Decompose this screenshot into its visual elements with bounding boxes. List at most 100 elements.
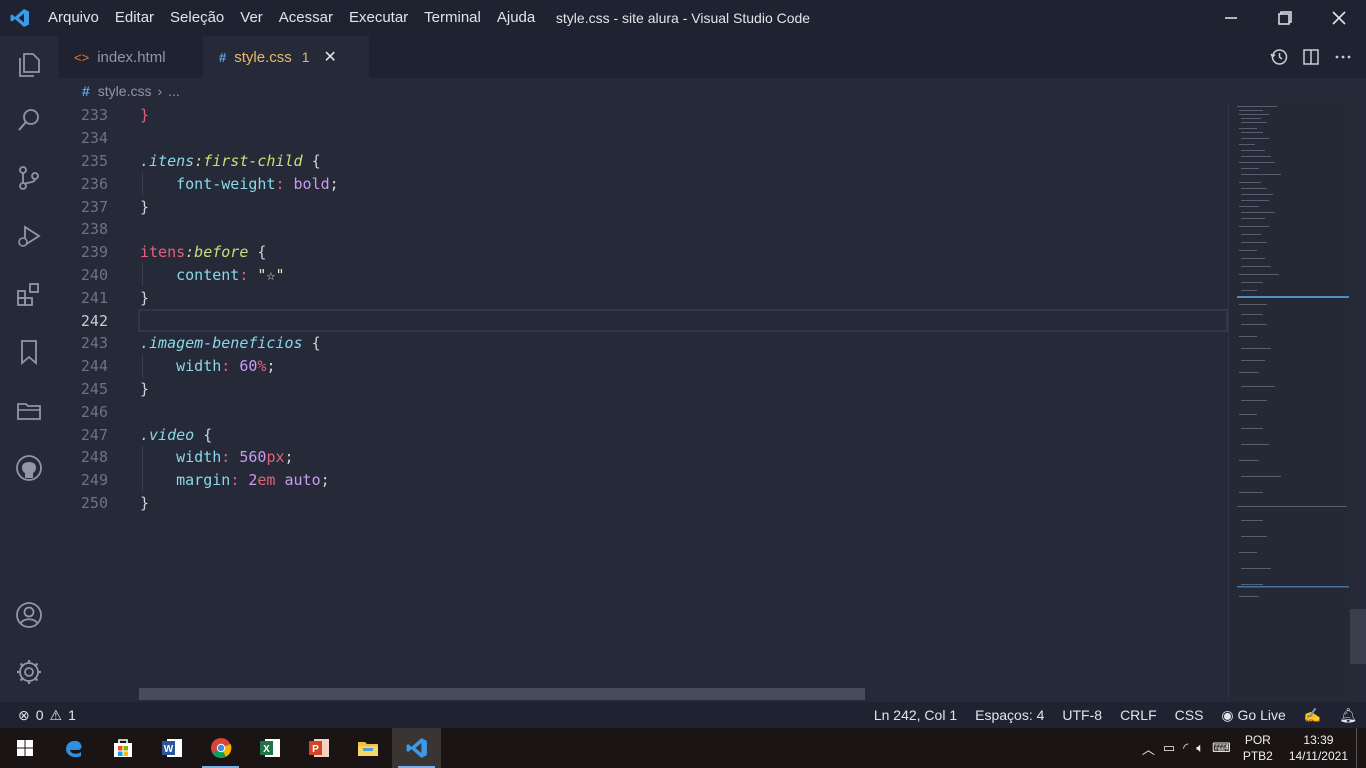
code-line: 237}	[58, 195, 1228, 218]
breadcrumb-file[interactable]: style.css	[98, 83, 152, 99]
excel-app[interactable]: X	[245, 728, 294, 768]
start-button[interactable]	[0, 728, 49, 768]
status-bar: ⊗ 0 ⚠ 1 Ln 242, Col 1 Espaços: 4 UTF-8 C…	[0, 702, 1366, 728]
language-mode[interactable]: CSS	[1166, 707, 1213, 723]
explorer-button[interactable]	[0, 40, 58, 88]
battery-icon[interactable]: ▭	[1159, 740, 1179, 756]
code-line: 243 .imagem-beneficios {	[58, 332, 1228, 355]
code-line: 249 margin: 2em auto;	[58, 469, 1228, 492]
menu-ver[interactable]: Ver	[232, 0, 271, 36]
bookmark-icon	[21, 340, 37, 365]
chrome-app[interactable]	[196, 728, 245, 768]
code-text: width: 60%;	[176, 357, 276, 376]
extensions-button[interactable]	[0, 270, 58, 318]
notifications-bell-icon[interactable]: 🔔︎	[1330, 707, 1366, 724]
search-button[interactable]	[0, 96, 58, 144]
vscode-app[interactable]	[392, 728, 441, 768]
code-line: 233}	[58, 104, 1228, 127]
scrollbar-thumb[interactable]	[1350, 609, 1366, 664]
feedback-icon[interactable]: ✍	[1295, 707, 1330, 724]
line-number: 235	[80, 151, 108, 170]
split-editor-icon[interactable]	[1302, 48, 1320, 66]
line-number: 240	[80, 265, 108, 284]
code-line: 236 font-weight: bold;	[58, 172, 1228, 195]
breadcrumb-rest[interactable]: ...	[168, 83, 180, 99]
excel-icon: X	[259, 739, 280, 757]
restore-button[interactable]	[1258, 0, 1312, 36]
problems-indicator[interactable]: ⊗ 0 ⚠ 1	[0, 707, 76, 724]
edge-icon	[65, 740, 82, 758]
menu-editar[interactable]: Editar	[107, 0, 162, 36]
encoding[interactable]: UTF-8	[1053, 707, 1111, 723]
code-text: .imagem-beneficios {	[140, 334, 321, 353]
line-number: 242	[80, 311, 108, 330]
menu-terminal[interactable]: Terminal	[416, 0, 489, 36]
menu-executar[interactable]: Executar	[341, 0, 416, 36]
code-editor[interactable]: 233} 234 235 .itens:first-child { 236 fon…	[58, 104, 1228, 702]
powerpoint-app[interactable]: P	[294, 728, 343, 768]
file-explorer-app[interactable]	[343, 728, 392, 768]
menu-bar: Arquivo Editar Seleção Ver Acessar Execu…	[40, 0, 543, 36]
input-language[interactable]: POR PTB2	[1235, 732, 1281, 764]
broadcast-icon: ◉	[1221, 706, 1238, 723]
minimap[interactable]	[1228, 104, 1350, 702]
close-window-button[interactable]	[1312, 0, 1366, 36]
error-count: 0	[35, 707, 44, 723]
vscode-icon	[406, 738, 427, 758]
tab-close-icon[interactable]: ✕	[324, 47, 337, 67]
line-number: 245	[80, 379, 108, 398]
windows-taskbar: W X P ︿ ▭ ◜ 🔈︎ ⌨ POR PTB2 13:39 14/11/20…	[0, 728, 1366, 768]
cursor-position[interactable]: Ln 242, Col 1	[865, 707, 966, 723]
gear-icon	[17, 660, 41, 684]
line-number: 249	[80, 471, 108, 490]
menu-arquivo[interactable]: Arquivo	[40, 0, 107, 36]
menu-ajuda[interactable]: Ajuda	[489, 0, 543, 36]
indentation[interactable]: Espaços: 4	[966, 707, 1053, 723]
manage-button[interactable]	[0, 648, 58, 696]
vertical-scrollbar[interactable]	[1350, 104, 1366, 702]
bookmarks-button[interactable]	[0, 328, 58, 376]
timeline-history-icon[interactable]	[1270, 48, 1288, 66]
code-text: .video {	[140, 425, 213, 444]
files-icon	[19, 53, 40, 77]
accounts-button[interactable]	[0, 591, 58, 639]
chrome-icon	[210, 738, 231, 759]
end-of-line[interactable]: CRLF	[1111, 707, 1166, 723]
code-line: 244 width: 60%;	[58, 355, 1228, 378]
clock-time: 13:39	[1303, 733, 1334, 747]
keyboard-layout: PTB2	[1242, 749, 1273, 763]
tab-style-css[interactable]: # style.css 1 ✕	[203, 36, 369, 78]
show-desktop-button[interactable]	[1356, 728, 1366, 768]
code-text: .itens:first-child {	[140, 151, 321, 170]
github-button[interactable]	[0, 444, 58, 492]
window-controls	[1204, 0, 1366, 36]
menu-selecao[interactable]: Seleção	[162, 0, 232, 36]
edge-app[interactable]	[49, 728, 98, 768]
restore-icon	[1278, 11, 1292, 25]
horizontal-scrollbar[interactable]	[139, 688, 865, 700]
more-actions-icon[interactable]	[1334, 48, 1352, 66]
keyboard-icon[interactable]: ⌨	[1208, 740, 1235, 756]
svg-text:W: W	[163, 744, 173, 755]
source-control-button[interactable]	[0, 154, 58, 202]
folders-icon	[17, 403, 41, 420]
code-line: 239 itens:before {	[58, 241, 1228, 264]
run-debug-button[interactable]	[0, 212, 58, 260]
tab-index-html[interactable]: <> index.html	[58, 36, 203, 78]
minimize-button[interactable]	[1204, 0, 1258, 36]
clock[interactable]: 13:39 14/11/2021	[1281, 732, 1356, 764]
go-live-button[interactable]: ◉ Go Live	[1212, 707, 1294, 724]
menu-acessar[interactable]: Acessar	[271, 0, 341, 36]
word-app[interactable]: W	[147, 728, 196, 768]
chevron-up-icon[interactable]: ︿	[1138, 739, 1159, 758]
store-app[interactable]	[98, 728, 147, 768]
line-number: 237	[80, 197, 108, 216]
project-manager-button[interactable]	[0, 386, 58, 434]
line-number: 246	[80, 402, 108, 421]
folder-icon	[357, 742, 378, 756]
code-line: 247 .video {	[58, 423, 1228, 446]
code-line: 245}	[58, 378, 1228, 401]
wifi-icon[interactable]: ◜	[1179, 740, 1192, 756]
account-icon	[16, 602, 42, 628]
volume-icon[interactable]: 🔈︎	[1192, 740, 1208, 756]
